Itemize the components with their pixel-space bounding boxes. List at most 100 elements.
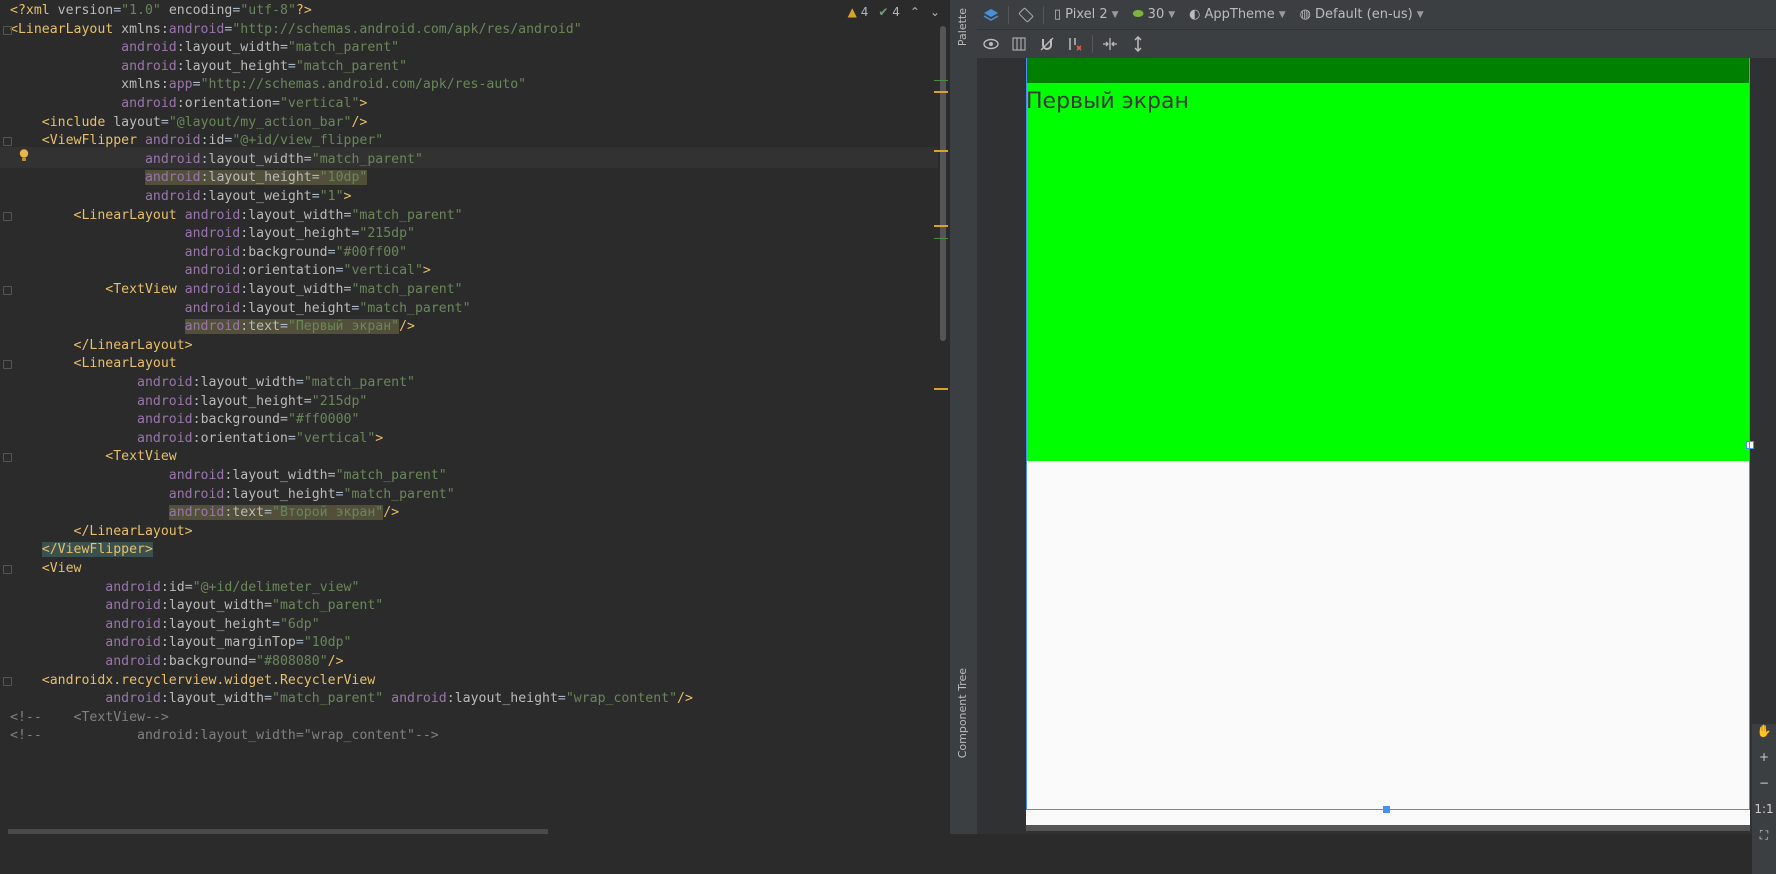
eye-icon[interactable] bbox=[980, 33, 1002, 55]
code-token: <!-- android:layout_width="wrap_content"… bbox=[10, 728, 439, 744]
error-stripe-mark[interactable] bbox=[934, 80, 948, 81]
code-token: android bbox=[184, 282, 241, 297]
locale-dropdown[interactable]: ◍ Default (en-us) ▼ bbox=[1293, 0, 1431, 29]
code-token: = bbox=[295, 375, 304, 390]
code-token: "vertical" bbox=[343, 263, 423, 279]
vertical-scrollbar[interactable] bbox=[940, 26, 946, 341]
code-token: background bbox=[200, 412, 280, 428]
code-token: android bbox=[144, 133, 201, 149]
code-token: "#00ff00" bbox=[335, 244, 408, 260]
code-token: android bbox=[184, 207, 241, 223]
warning-count[interactable]: ▲ 4 bbox=[848, 5, 869, 19]
warning-stripe-mark[interactable] bbox=[934, 150, 948, 152]
fold-marker[interactable] bbox=[3, 676, 12, 686]
horizontal-guide-icon[interactable] bbox=[1099, 33, 1121, 55]
code-token: : bbox=[200, 151, 209, 167]
code-token: android bbox=[144, 189, 201, 204]
device-dropdown[interactable]: ▯ Pixel 2 ▼ bbox=[1047, 0, 1126, 29]
code-token: xmlns: bbox=[121, 21, 169, 37]
highlighted-range: android:text="Первый экран" bbox=[184, 319, 400, 335]
code-token: android bbox=[105, 635, 161, 651]
code-token: android bbox=[105, 598, 161, 614]
magnet-icon[interactable] bbox=[1036, 33, 1058, 55]
device-preview[interactable]: Первый экран bbox=[1026, 58, 1754, 828]
fold-marker[interactable] bbox=[3, 360, 12, 370]
vertical-guide-icon[interactable] bbox=[1127, 33, 1149, 55]
code-token: "match_parent" bbox=[272, 691, 384, 707]
theme-dropdown[interactable]: ◐ AppTheme ▼ bbox=[1182, 0, 1293, 29]
fold-marker[interactable] bbox=[3, 453, 12, 463]
code-token: "match_parent" bbox=[359, 300, 471, 316]
lightbulb-icon[interactable] bbox=[19, 147, 29, 161]
design-tools-toolbar bbox=[977, 29, 1776, 59]
code-line[interactable]: <!-- android:layout_width="wrap_content"… bbox=[10, 725, 439, 746]
code-token: id bbox=[168, 579, 185, 595]
layout-preview-pane: ▯ Pixel 2 ▼ ⬬ 30 ▼ ◐ AppTheme ▼ ◍ Defaul… bbox=[977, 0, 1776, 874]
design-canvas[interactable]: Первый экран ✋ + − 1:1 ⛶ bbox=[977, 58, 1776, 874]
code-token: layout_height bbox=[208, 170, 312, 186]
info-stripe-mark[interactable] bbox=[934, 238, 948, 239]
code-token: /> bbox=[351, 114, 368, 130]
blueprint-icon[interactable] bbox=[1008, 33, 1030, 55]
zoom-controls: ✋ + − 1:1 ⛶ bbox=[1752, 724, 1776, 874]
code-token: "match_parent" bbox=[311, 151, 423, 167]
check-count[interactable]: ✔ 4 bbox=[878, 5, 900, 19]
resize-handle[interactable] bbox=[1383, 806, 1390, 813]
chevron-down-icon: ▼ bbox=[1416, 9, 1424, 20]
code-token: layout_height bbox=[200, 393, 304, 409]
component-tree-tab[interactable]: Component Tree bbox=[956, 668, 969, 758]
fold-marker[interactable] bbox=[3, 25, 12, 35]
fold-marker[interactable] bbox=[3, 211, 12, 221]
zoom-one-to-one-button[interactable]: 1:1 bbox=[1754, 802, 1773, 816]
fold-marker[interactable] bbox=[3, 565, 12, 574]
code-token: android bbox=[184, 263, 241, 279]
palette-tab[interactable]: Palette bbox=[956, 8, 969, 46]
code-token: layout_width bbox=[208, 151, 304, 167]
canvas-horizontal-scrollbar[interactable] bbox=[1026, 825, 1750, 831]
api-level-dropdown[interactable]: ⬬ 30 ▼ bbox=[1126, 0, 1183, 29]
code-token: android bbox=[105, 616, 161, 632]
first-screen-preview[interactable]: Первый экран bbox=[1026, 83, 1750, 461]
previous-highlight-icon[interactable]: ⌃ bbox=[910, 5, 920, 19]
code-token: : bbox=[240, 319, 249, 335]
preview-toolbar: ▯ Pixel 2 ▼ ⬬ 30 ▼ ◐ AppTheme ▼ ◍ Defaul… bbox=[977, 0, 1776, 30]
code-token: : bbox=[160, 635, 169, 651]
zoom-out-icon[interactable]: − bbox=[1759, 776, 1769, 790]
code-token: encoding bbox=[168, 3, 233, 18]
orientation-icon[interactable] bbox=[1015, 4, 1037, 26]
warning-stripe-mark[interactable] bbox=[934, 225, 948, 227]
pan-icon[interactable]: ✋ bbox=[1757, 724, 1772, 738]
code-token: : bbox=[240, 226, 249, 242]
warning-stripe-mark[interactable] bbox=[934, 91, 948, 93]
layers-icon[interactable] bbox=[980, 4, 1002, 26]
toolbar-separator bbox=[1092, 34, 1093, 53]
code-token: /> bbox=[677, 691, 693, 707]
code-token: : bbox=[160, 654, 169, 669]
fold-marker[interactable] bbox=[3, 286, 12, 295]
code-token: <!-- <TextView--> bbox=[10, 709, 169, 725]
code-token: : bbox=[160, 616, 169, 632]
code-token: = bbox=[327, 468, 336, 483]
next-highlight-icon[interactable]: ⌄ bbox=[930, 5, 940, 19]
action-bar-preview[interactable] bbox=[1026, 58, 1750, 83]
code-token: "match_parent" bbox=[287, 40, 400, 56]
code-token: android bbox=[144, 170, 201, 186]
warning-stripe-mark[interactable] bbox=[934, 388, 948, 390]
zoom-in-icon[interactable]: + bbox=[1759, 750, 1769, 764]
code-token: : bbox=[192, 393, 201, 409]
resize-handle[interactable] bbox=[1746, 441, 1754, 449]
code-token: : bbox=[160, 579, 169, 595]
fit-screen-icon[interactable]: ⛶ bbox=[1760, 828, 1768, 843]
code-token: : bbox=[240, 263, 249, 279]
inspection-widget[interactable]: ▲ 4 ✔ 4 ⌃ ⌄ bbox=[848, 0, 948, 24]
first-screen-textview[interactable]: Первый экран bbox=[1026, 89, 1189, 114]
clear-constraints-icon[interactable] bbox=[1064, 33, 1086, 55]
fold-marker[interactable] bbox=[3, 137, 12, 147]
horizontal-scrollbar[interactable] bbox=[8, 829, 548, 834]
xml-code-editor[interactable]: <?xml version="1.0" encoding="utf-8"?> <L… bbox=[0, 0, 948, 834]
